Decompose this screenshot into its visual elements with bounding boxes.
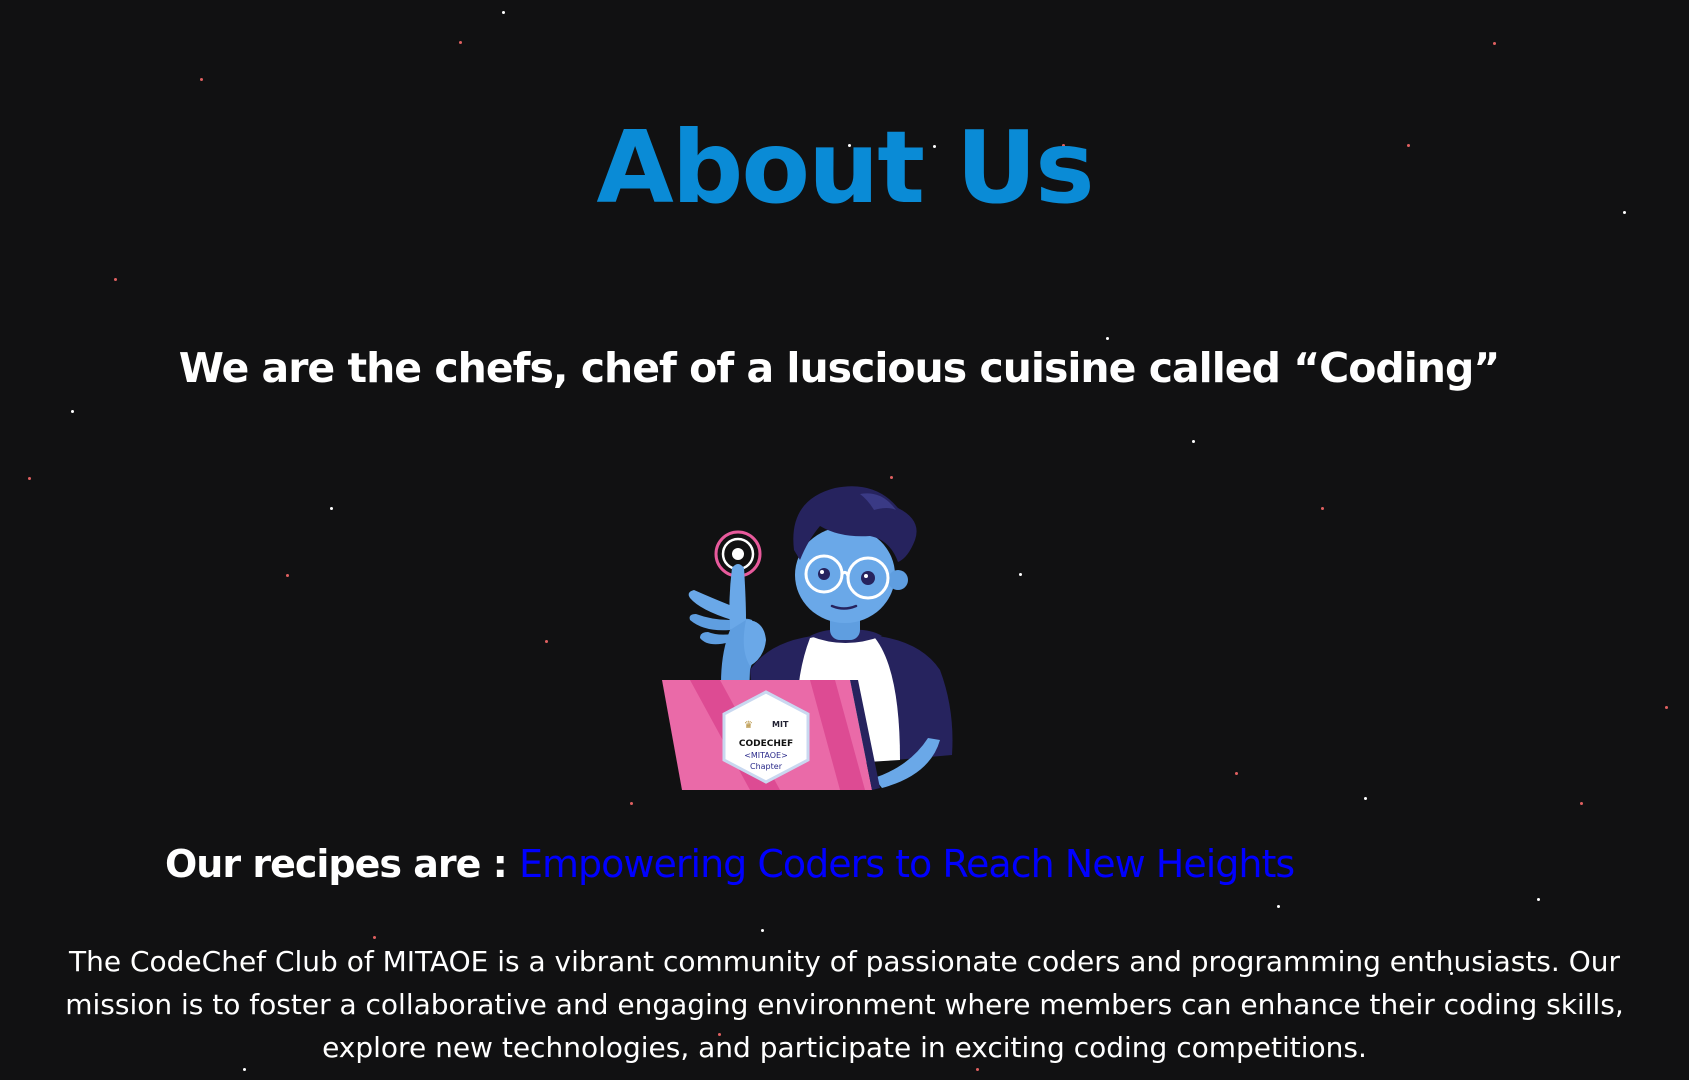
- star-dot: [1537, 898, 1540, 901]
- tagline: We are the chefs, chef of a luscious cui…: [178, 344, 1501, 392]
- coder-with-laptop-illustration: ♛ MIT CODECHEF <MITAOE> Chapter: [662, 486, 953, 790]
- star-dot: [761, 929, 764, 932]
- star-dot: [1364, 797, 1367, 800]
- recipes-line: Our recipes are : Empowering Coders to R…: [165, 838, 1295, 890]
- star-dot: [71, 410, 74, 413]
- recipes-highlight: Empowering Coders to Reach New Heights: [519, 842, 1295, 886]
- star-dot: [630, 802, 633, 805]
- badge-brand: CODECHEF: [739, 739, 793, 749]
- star-dot: [28, 477, 31, 480]
- star-dot: [1321, 507, 1324, 510]
- star-dot: [373, 936, 376, 939]
- star-dot: [1493, 42, 1496, 45]
- star-dot: [114, 278, 117, 281]
- page-title: About Us: [596, 109, 1094, 226]
- recipes-label: Our recipes are :: [165, 842, 520, 886]
- star-dot: [502, 11, 505, 14]
- star-dot: [200, 78, 203, 81]
- star-dot: [1665, 706, 1668, 709]
- badge-chapter-line1: <MITAOE>: [744, 751, 788, 760]
- star-dot: [1235, 772, 1238, 775]
- star-dot: [330, 507, 333, 510]
- svg-text:♛: ♛: [744, 720, 753, 731]
- star-dot: [1019, 573, 1022, 576]
- badge-org: MIT: [772, 720, 789, 729]
- star-dot: [1192, 440, 1195, 443]
- star-dot: [1277, 905, 1280, 908]
- star-dot: [1580, 802, 1583, 805]
- about-description: The CodeChef Club of MITAOE is a vibrant…: [65, 945, 1624, 1064]
- star-dot: [286, 574, 289, 577]
- laptop-icon: ♛ MIT CODECHEF <MITAOE> Chapter: [662, 680, 880, 790]
- star-dot: [459, 41, 462, 44]
- badge-chapter-line2: Chapter: [750, 762, 783, 771]
- star-dot: [545, 640, 548, 643]
